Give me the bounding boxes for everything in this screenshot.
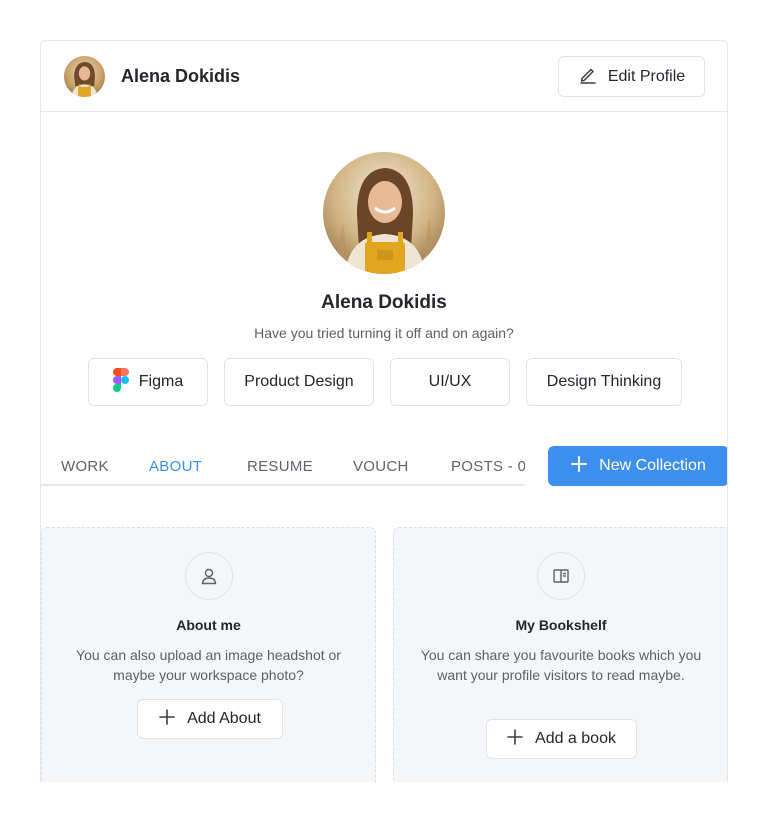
plus-icon [571,455,588,477]
profile-avatar [323,152,445,274]
tab-work[interactable]: WORK [61,458,109,475]
plus-icon [159,708,175,730]
add-about-button[interactable]: Add About [137,699,283,739]
skill-tag-ui-ux[interactable]: UI/UX [390,358,510,406]
skill-label: UI/UX [428,373,472,390]
profile-header: Alena Dokidis Edit Profile [41,41,727,112]
panel-title: My Bookshelf [515,617,607,633]
skill-label: Product Design [244,373,354,390]
header-avatar[interactable] [64,56,105,97]
skill-label: Design Thinking [546,373,662,390]
bookshelf-panel: My Bookshelf You can share you favourite… [393,527,727,782]
profile-name: Alena Dokidis [321,292,447,313]
new-collection-button[interactable]: New Collection [548,446,727,486]
new-collection-label: New Collection [599,457,706,474]
skill-label: Figma [138,373,184,390]
skill-tag-product-design[interactable]: Product Design [224,358,374,406]
panel-description: You can also upload an image headshot or… [76,647,341,683]
profile-card: Alena Dokidis Edit Profile Alena Dokidis… [40,40,728,782]
edit-profile-label: Edit Profile [607,67,686,85]
book-icon [537,552,585,600]
profile-tabs: WORK ABOUT RESUME VOUCH POSTS - 0 [41,446,525,486]
pencil-icon [578,64,598,89]
panel-title: About me [176,617,241,633]
add-book-button[interactable]: Add a book [486,719,637,759]
tab-about[interactable]: ABOUT [149,458,202,475]
add-book-label: Add a book [535,730,616,747]
profile-bio: Have you tried turning it off and on aga… [254,325,514,341]
add-about-label: Add About [187,710,261,727]
tab-vouch[interactable]: VOUCH [353,458,409,475]
tab-resume[interactable]: RESUME [247,458,313,475]
plus-icon [507,728,523,750]
panel-description: You can share you favourite books which … [420,647,702,683]
skill-tag-figma[interactable]: Figma [88,358,208,406]
edit-profile-button[interactable]: Edit Profile [558,56,705,97]
about-me-panel: About me You can also upload an image he… [41,527,376,782]
tab-posts[interactable]: POSTS - 0 [451,458,525,475]
figma-icon [112,367,129,397]
skill-tag-design-thinking[interactable]: Design Thinking [526,358,682,406]
user-icon [184,552,233,600]
header-user-name: Alena Dokidis [121,66,241,86]
